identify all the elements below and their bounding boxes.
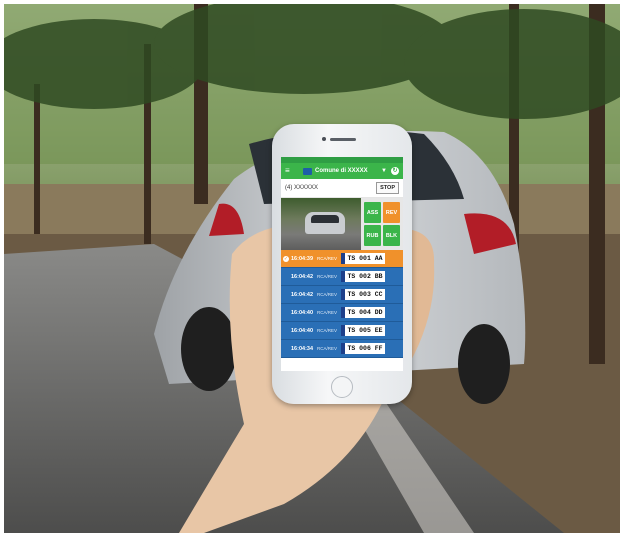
list-item[interactable]: 16:04:40 RCA/REV TS 005 EE (281, 322, 403, 340)
license-plate: TS 003 CC (341, 289, 385, 300)
reading-type: RCA/REV (317, 328, 338, 333)
stop-button[interactable]: STOP (376, 182, 399, 194)
app-title: Comune di XXXXX (315, 168, 368, 174)
license-plate: TS 005 EE (341, 325, 385, 336)
camera-preview-panel: ASS REV RUB BLK (281, 198, 403, 250)
reading-time: 16:04:39 (291, 255, 314, 262)
reading-time: 16:04:40 (291, 309, 314, 316)
list-item[interactable]: 16:04:40 RCA/REV TS 004 DD (281, 304, 403, 322)
rev-button[interactable]: REV (383, 202, 400, 223)
home-button[interactable] (331, 376, 353, 398)
session-bar: (4) XXXXXX STOP (281, 179, 403, 198)
license-plate: TS 002 BB (341, 271, 385, 282)
list-item[interactable]: 16:04:42 RCA/REV TS 002 BB (281, 268, 403, 286)
front-camera-icon (322, 137, 326, 141)
hamburger-menu-icon[interactable]: ≡ (285, 167, 295, 175)
reading-time: 16:04:34 (291, 345, 314, 352)
license-plate: TS 006 FF (341, 343, 385, 354)
vehicle-thumbnail (305, 212, 345, 234)
license-plate: TS 004 DD (341, 307, 385, 318)
smartphone: ≡ Comune di XXXXX ▼ ↻ (4) XXXXXX STOP AS… (272, 124, 412, 404)
reading-time: 16:04:42 (291, 291, 314, 298)
rub-button[interactable]: RUB (364, 225, 381, 246)
reading-type: RCA/REV (317, 310, 338, 315)
blk-button[interactable]: BLK (383, 225, 400, 246)
municipality-logo-icon (303, 167, 312, 175)
vehicle-photo (281, 198, 361, 250)
app-toolbar: ≡ Comune di XXXXX ▼ ↻ (281, 163, 403, 179)
refresh-icon[interactable]: ↻ (391, 167, 399, 175)
chevron-down-icon[interactable]: ▼ (381, 168, 387, 174)
list-item[interactable]: 16:04:42 RCA/REV TS 003 CC (281, 286, 403, 304)
earpiece-speaker (330, 138, 356, 141)
action-buttons: ASS REV RUB BLK (361, 198, 403, 250)
list-item[interactable]: 16:04:34 RCA/REV TS 006 FF (281, 340, 403, 358)
check-icon: ✓ (283, 255, 289, 262)
plate-readings-list: ✓ 16:04:39 RCA/REV TS 001 AA 16:04:42 RC… (281, 250, 403, 358)
app-screen: ≡ Comune di XXXXX ▼ ↻ (4) XXXXXX STOP AS… (281, 157, 403, 371)
list-item[interactable]: ✓ 16:04:39 RCA/REV TS 001 AA (281, 250, 403, 268)
reading-time: 16:04:40 (291, 327, 314, 334)
ass-button[interactable]: ASS (364, 202, 381, 223)
reading-type: RCA/REV (317, 256, 338, 261)
photo-scene: ≡ Comune di XXXXX ▼ ↻ (4) XXXXXX STOP AS… (4, 4, 620, 533)
reading-type: RCA/REV (317, 346, 338, 351)
reading-time: 16:04:42 (291, 273, 314, 280)
reading-type: RCA/REV (317, 274, 338, 279)
reading-counter: (4) XXXXXX (285, 185, 319, 191)
license-plate: TS 001 AA (341, 253, 385, 264)
reading-type: RCA/REV (317, 292, 338, 297)
